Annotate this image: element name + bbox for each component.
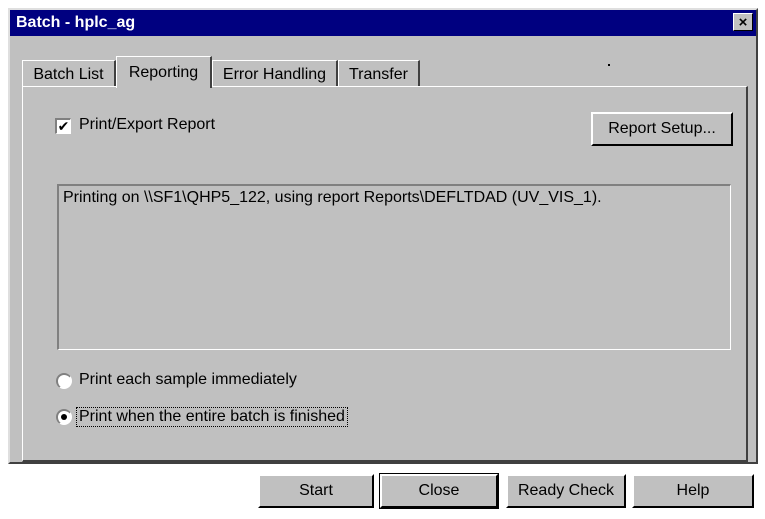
window-title: Batch - hplc_ag bbox=[16, 14, 136, 31]
print-export-checkbox[interactable]: ✔ bbox=[55, 118, 71, 134]
start-button[interactable]: Start bbox=[258, 474, 374, 508]
ready-check-button[interactable]: Ready Check bbox=[506, 474, 626, 508]
tab-label: Transfer bbox=[349, 65, 408, 83]
checkmark-icon: ✔ bbox=[57, 118, 70, 134]
tab-transfer[interactable]: Transfer bbox=[338, 60, 420, 88]
close-window-button[interactable]: × bbox=[733, 13, 753, 31]
help-label: Help bbox=[676, 482, 710, 499]
radio-print-each-label[interactable]: Print each sample immediately bbox=[79, 371, 297, 389]
reporting-panel: ✔ Print/Export Report Report Setup... Pr… bbox=[22, 86, 748, 462]
close-button[interactable]: Close bbox=[379, 473, 499, 509]
batch-dialog: Batch - hplc_ag × Batch List Reporting E… bbox=[8, 8, 758, 464]
ready-check-label: Ready Check bbox=[517, 482, 615, 499]
title-bar[interactable]: Batch - hplc_ag × bbox=[10, 10, 756, 36]
tab-label: Reporting bbox=[128, 63, 199, 81]
print-export-label[interactable]: Print/Export Report bbox=[79, 116, 215, 134]
close-icon: × bbox=[738, 13, 748, 31]
tab-label: Error Handling bbox=[222, 65, 327, 83]
report-setup-button[interactable]: Report Setup... bbox=[591, 112, 733, 146]
tab-batch-list[interactable]: Batch List bbox=[22, 60, 116, 88]
help-button[interactable]: Help bbox=[632, 474, 754, 508]
radio-selected-icon bbox=[61, 414, 67, 420]
radio-print-batch-finished[interactable] bbox=[56, 409, 72, 425]
decorative-dot bbox=[608, 64, 610, 66]
radio-print-each-sample[interactable] bbox=[56, 373, 72, 389]
tab-label: Batch List bbox=[33, 65, 104, 83]
tab-reporting[interactable]: Reporting bbox=[116, 56, 212, 88]
tab-error-handling[interactable]: Error Handling bbox=[212, 60, 338, 88]
report-status-message: Printing on \\SF1\QHP5_122, using report… bbox=[57, 184, 731, 350]
radio-print-batch-label[interactable]: Print when the entire batch is finished bbox=[76, 407, 348, 427]
start-label: Start bbox=[299, 482, 333, 499]
report-status-text: Printing on \\SF1\QHP5_122, using report… bbox=[63, 189, 602, 206]
report-setup-label: Report Setup... bbox=[608, 120, 716, 137]
close-label: Close bbox=[418, 482, 460, 499]
